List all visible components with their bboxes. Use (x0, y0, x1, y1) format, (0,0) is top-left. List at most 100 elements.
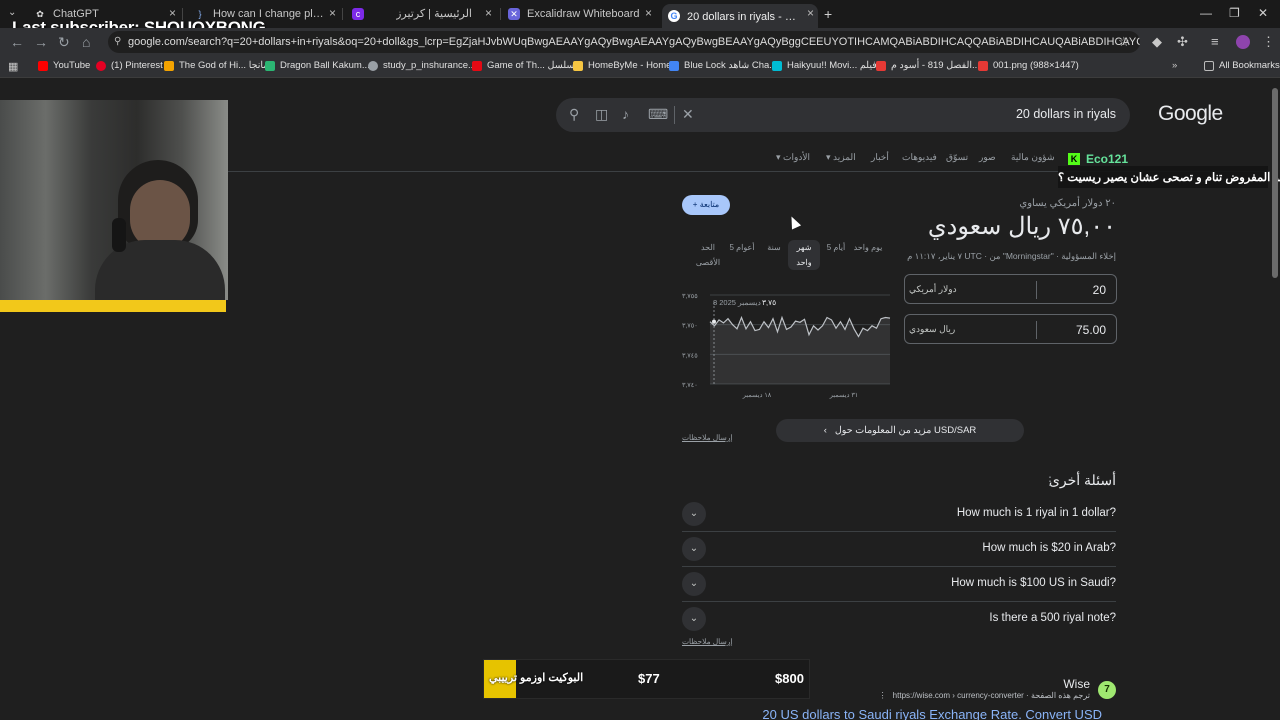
paa-question[interactable]: ⌄ Is there a 500 riyal note? (682, 602, 1116, 637)
range-1-year[interactable]: سنة (764, 240, 784, 255)
more-options-icon[interactable]: ⋮ (1044, 474, 1056, 488)
close-tab-icon[interactable]: × (807, 6, 814, 20)
restore-icon[interactable]: ❐ (1229, 6, 1240, 20)
plus-icon: + (692, 200, 700, 209)
new-tab-icon[interactable]: + (824, 6, 832, 22)
tab-shopping[interactable]: تسوّق (946, 152, 968, 163)
follow-button[interactable]: + متابعة (682, 195, 730, 215)
keyboard-icon[interactable]: ⌨ (648, 106, 668, 123)
chat-username: K Eco121 (1068, 152, 1128, 166)
to-currency-field[interactable]: ريال سعودي 75.00 (904, 314, 1117, 344)
more-info-button[interactable]: ‹ مزيد من المعلومات حول USD/SAR (776, 419, 1024, 442)
clear-search-icon[interactable]: ✕ (682, 106, 694, 123)
minimize-icon[interactable]: — (1200, 6, 1212, 20)
result-site-name[interactable]: Wise (1063, 677, 1090, 691)
wise-logo-icon: 7 (1098, 681, 1116, 699)
close-tab-icon[interactable]: × (645, 6, 652, 20)
tab-google-search[interactable]: G 20 dollars in riyals - بحث Google × (662, 4, 818, 28)
search-icon[interactable]: ⚲ (569, 106, 579, 123)
paa-question[interactable]: ⌄ How much is 1 riyal in 1 dollar? (682, 497, 1116, 532)
to-amount-input[interactable]: 75.00 (1036, 323, 1106, 337)
people-also-ask-title: أسئلة أخرى (1048, 472, 1116, 488)
paa-question[interactable]: ⌄ How much is $100 US in Saudi? (682, 567, 1116, 602)
result-url[interactable]: ⋮ https://wise.com › currency-converter ·… (879, 691, 1090, 700)
bookmarks-overflow-icon[interactable]: » (1172, 60, 1177, 71)
from-currency-unit[interactable]: دولار أمريكي (909, 284, 957, 295)
tab-videos[interactable]: فيديوهات (902, 152, 937, 163)
bookmark-god-of-high[interactable]: The God of Hi... مانجا (164, 60, 268, 71)
tab-search-icon[interactable]: ⌄ (8, 7, 16, 18)
chevron-down-icon[interactable]: ⌄ (682, 537, 706, 561)
range-1-month[interactable]: شهر واحد (788, 240, 820, 270)
bookmark-png[interactable]: 001.png (988×1447) (978, 60, 1079, 71)
search-bar[interactable]: ⚲ ◫ ♪ ⌨ ✕ 20 dollars in riyals (556, 98, 1130, 132)
chevron-left-icon: ‹ (823, 425, 827, 436)
rate-date-source: ٧ يناير، ١١:١٧ م UTC · من "Morningstar" … (907, 251, 1116, 261)
bookmark-got[interactable]: Game of Th... مسلسل (472, 60, 580, 71)
back-icon[interactable]: ← (10, 34, 24, 50)
chevron-down-icon[interactable]: ⌄ (682, 607, 706, 631)
profile-avatar-icon[interactable] (1236, 35, 1250, 49)
canva-icon: c (352, 8, 364, 20)
from-currency-field[interactable]: دولار أمريكي 20 (904, 274, 1117, 304)
home-icon[interactable]: ⌂ (82, 34, 90, 50)
equals-label: ٢٠ دولار أمريكي يساوي (1019, 198, 1116, 209)
extensions-puzzle-icon[interactable]: ✣ (1177, 34, 1188, 50)
chart-y-tick-label: ٣,٧٤٥ (682, 352, 698, 359)
forward-icon[interactable]: → (34, 34, 48, 50)
chart-y-tick-label: ٣,٧٥٠ (682, 323, 698, 330)
range-max[interactable]: الحد الأقصى (693, 240, 723, 270)
range-1-day[interactable]: يوم واحد (852, 240, 884, 255)
bookmark-bluelock[interactable]: Blue Lock شاهد Cha... (669, 60, 777, 71)
range-5-years[interactable]: 5 أعوام (726, 240, 758, 255)
site-info-icon[interactable]: ⚲ (114, 31, 121, 53)
from-amount-input[interactable]: 20 (1036, 283, 1106, 297)
result-title-link[interactable]: 20 US dollars to Saudi riyals Exchange R… (762, 707, 1102, 720)
bookmark-youtube[interactable]: YouTube (38, 60, 90, 71)
bookmark-pinterest[interactable]: (1) Pinterest (96, 60, 163, 71)
to-currency-unit[interactable]: ريال سعودي (909, 324, 955, 335)
google-logo[interactable]: Google (1158, 102, 1223, 126)
all-bookmarks[interactable]: All Bookmarks (1204, 60, 1280, 71)
bookmark-homebyme[interactable]: HomeByMe - Home (573, 60, 671, 71)
search-input[interactable]: 20 dollars in riyals (1016, 107, 1116, 121)
tab-canva[interactable]: c الرئيسية | كرتيرز × (346, 4, 496, 24)
feedback-link[interactable]: إرسال ملاحظات (682, 433, 732, 442)
tab-news[interactable]: أخبار (871, 152, 889, 163)
feedback-link[interactable]: إرسال ملاحظات (682, 637, 732, 646)
microphone-icon[interactable]: ♪ (622, 106, 629, 122)
close-tab-icon[interactable]: × (485, 6, 492, 20)
pinterest-icon (96, 60, 106, 71)
bookmark-dragon-ball[interactable]: Dragon Ball Kakum... (265, 60, 370, 71)
site-icon (876, 60, 886, 71)
window-close-icon[interactable]: ✕ (1258, 6, 1268, 20)
tab-finance[interactable]: شؤون مالية (1011, 152, 1055, 163)
bookmark-haikyuu[interactable]: Haikyuu!! Movi... فيلم (772, 60, 877, 71)
address-bar[interactable]: ⚲ google.com/search?q=20+dollars+in+riya… (108, 31, 1140, 53)
bookmark-star-icon[interactable]: ☆ (1118, 34, 1130, 50)
apps-grid-icon[interactable]: ▦ (8, 60, 18, 73)
bookmark-chapter[interactable]: الفصل 819 - أسود م... (876, 60, 980, 71)
exchange-rate-chart[interactable]: ٣,٧٥٥ ٣,٧٥٠ ٣,٧٤٥ ٣,٧٤٠ ٣,٧٥8 ديسمبر 2025 ١٨ … (680, 284, 895, 404)
media-controls-icon[interactable]: ≡ (1211, 34, 1219, 49)
more-options-icon[interactable]: ⋮ (879, 691, 887, 700)
extension-diamond-icon[interactable]: ◆ (1152, 34, 1162, 50)
tab-tools[interactable]: ▾ الأدوات (776, 152, 810, 163)
tab-excalidraw[interactable]: ✕ Excalidraw Whiteboard × (502, 4, 656, 24)
page-scrollbar[interactable] (1272, 88, 1278, 278)
bookmark-study[interactable]: study_p_inshurance... (368, 60, 476, 71)
chart-y-tick-label: ٣,٧٤٠ (682, 382, 698, 389)
tab-images[interactable]: صور (979, 152, 996, 163)
chevron-down-icon[interactable]: ⌄ (682, 572, 706, 596)
tab-more[interactable]: ▾ المزيد (826, 152, 856, 163)
chevron-down-icon[interactable]: ⌄ (682, 502, 706, 526)
webcam-frame-bar (0, 300, 226, 312)
reload-icon[interactable]: ↻ (58, 34, 70, 51)
lens-icon[interactable]: ◫ (595, 106, 608, 123)
site-icon (669, 60, 679, 71)
range-5-days[interactable]: 5 أيام (824, 240, 848, 255)
close-tab-icon[interactable]: × (329, 6, 336, 20)
netflix-icon (472, 60, 482, 71)
paa-question[interactable]: ⌄ How much is $20 in Arab? (682, 532, 1116, 567)
browser-menu-icon[interactable]: ⋮ (1262, 34, 1275, 50)
